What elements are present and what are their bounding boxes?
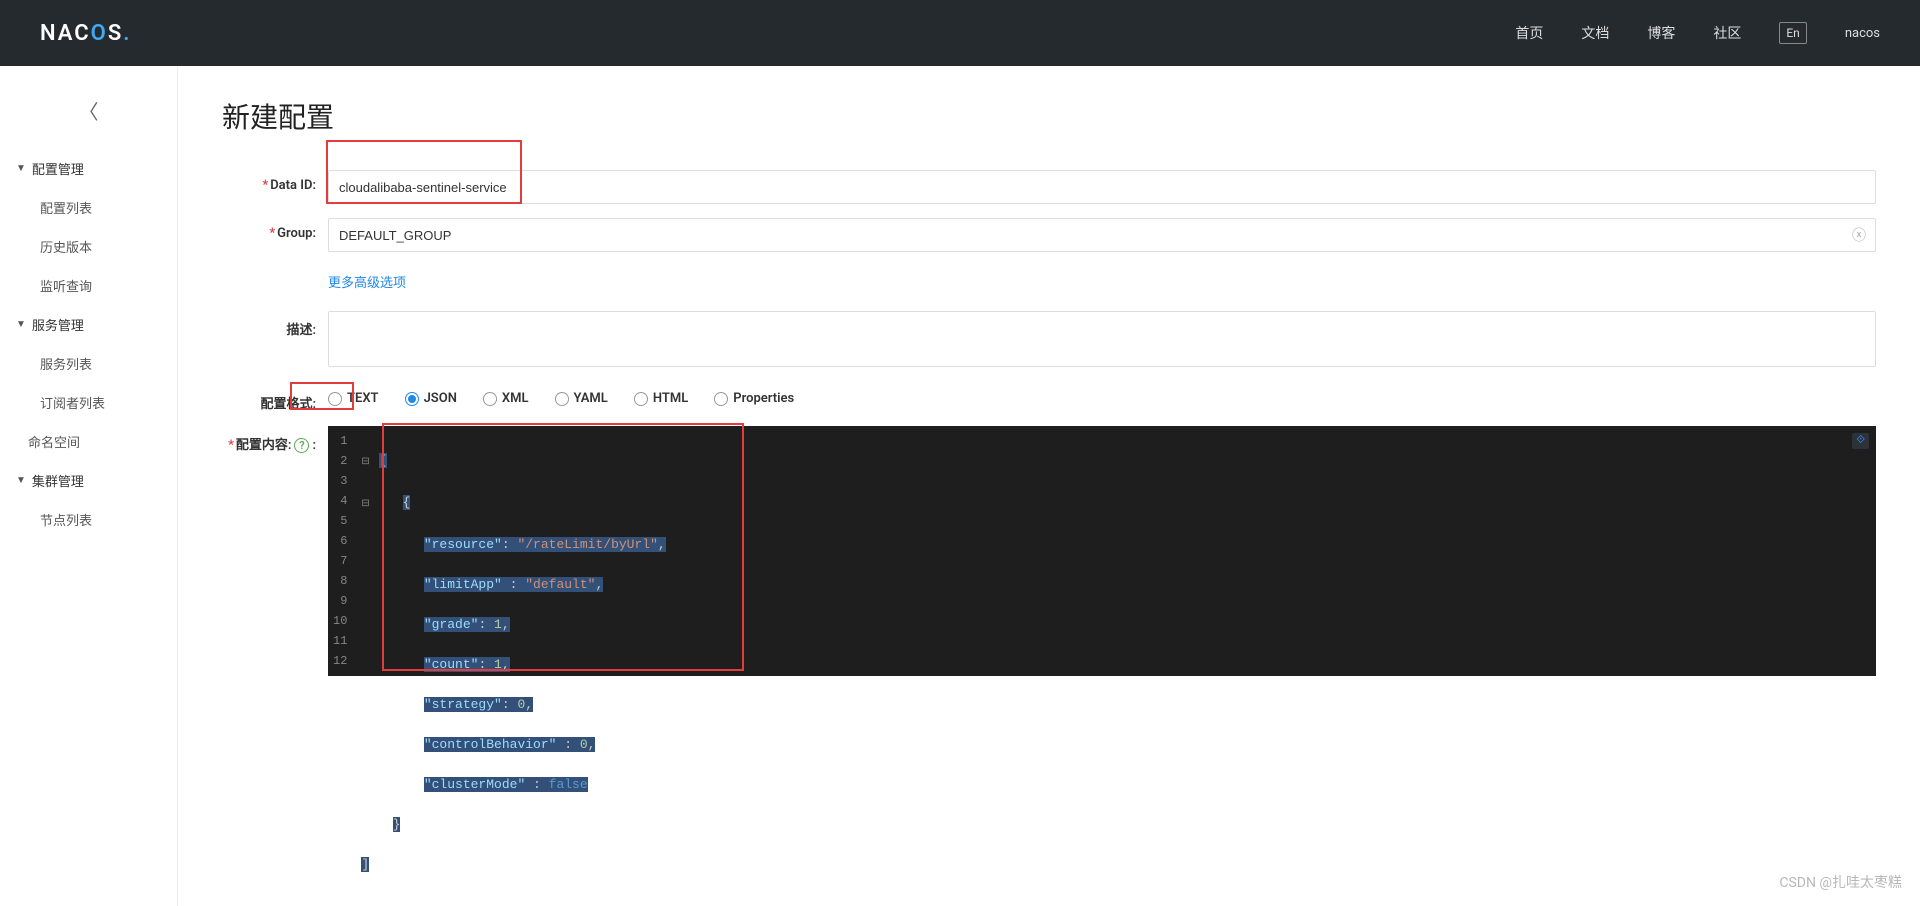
group-label: 配置管理 <box>32 159 84 178</box>
radio-yaml[interactable]: YAML <box>555 391 608 406</box>
format-radio-group: TEXT JSON XML YAML HTML Properties <box>328 385 1876 406</box>
group-label: 集群管理 <box>32 471 84 490</box>
sidebar-item-node-list[interactable]: 节点列表 <box>0 500 177 539</box>
user-menu[interactable]: nacos <box>1845 26 1880 41</box>
group-label: 服务管理 <box>32 315 84 334</box>
sidebar-item-history[interactable]: 历史版本 <box>0 227 177 266</box>
back-icon[interactable]: 〈 <box>0 96 177 125</box>
radio-xml[interactable]: XML <box>483 391 529 406</box>
group-input[interactable] <box>328 218 1876 252</box>
editor-gutter: 123 456 789 101112 <box>329 427 355 675</box>
dataid-input[interactable] <box>328 170 1876 204</box>
main-content: 新建配置 *Data ID: *Group: ⓧ 更多高级选项 描述: 配置格式… <box>178 66 1920 906</box>
logo-text: NACOS. <box>40 21 132 46</box>
code-body[interactable]: ⊟ [ ⊟ { "resource": "/rateLimit/byUrl", … <box>355 427 665 675</box>
top-nav: 首页 文档 博客 社区 En nacos <box>1515 22 1880 44</box>
radio-html[interactable]: HTML <box>634 391 688 406</box>
sidebar-item-namespace[interactable]: 命名空间 <box>0 422 177 461</box>
caret-down-icon: ▼ <box>16 163 26 174</box>
nav-community[interactable]: 社区 <box>1713 23 1741 43</box>
sidebar-group-config[interactable]: ▼ 配置管理 <box>0 149 177 188</box>
radio-properties[interactable]: Properties <box>714 391 794 406</box>
language-switch[interactable]: En <box>1779 22 1806 44</box>
code-editor[interactable]: 123 456 789 101112 ⊟ [ ⊟ { "resource": "… <box>328 426 1876 676</box>
label-format: 配置格式: <box>222 385 328 412</box>
nav-home[interactable]: 首页 <box>1515 23 1543 43</box>
radio-text[interactable]: TEXT <box>328 391 379 406</box>
clear-icon[interactable]: ⓧ <box>1852 225 1866 245</box>
radio-json[interactable]: JSON <box>405 391 457 406</box>
help-icon[interactable]: ? <box>294 438 309 453</box>
editor-settings-icon[interactable]: ⟐ <box>1852 433 1869 449</box>
logo[interactable]: NACOS. <box>40 21 132 46</box>
label-desc: 描述: <box>222 311 328 338</box>
sidebar-group-service[interactable]: ▼ 服务管理 <box>0 305 177 344</box>
desc-textarea[interactable] <box>328 311 1876 367</box>
sidebar: 〈 ▼配置管理 配置列表 历史版本 监听查询 ▼服务管理 服务列表 订阅者列表 … <box>0 66 178 906</box>
caret-down-icon: ▼ <box>16 475 26 486</box>
page-title: 新建配置 <box>222 96 1876 136</box>
caret-down-icon: ▼ <box>16 319 26 330</box>
label-dataid: *Data ID: <box>222 170 328 193</box>
nav-docs[interactable]: 文档 <box>1581 23 1609 43</box>
watermark: CSDN @扎哇太枣糕 <box>1779 872 1902 892</box>
label-content: *配置内容:?: <box>222 426 328 453</box>
label-group: *Group: <box>222 218 328 241</box>
sidebar-group-cluster[interactable]: ▼ 集群管理 <box>0 461 177 500</box>
top-header: NACOS. 首页 文档 博客 社区 En nacos <box>0 0 1920 66</box>
sidebar-item-listen[interactable]: 监听查询 <box>0 266 177 305</box>
sidebar-item-config-list[interactable]: 配置列表 <box>0 188 177 227</box>
sidebar-item-subscriber[interactable]: 订阅者列表 <box>0 383 177 422</box>
sidebar-item-service-list[interactable]: 服务列表 <box>0 344 177 383</box>
more-options-link[interactable]: 更多高级选项 <box>328 266 406 297</box>
nav-blog[interactable]: 博客 <box>1647 23 1675 43</box>
